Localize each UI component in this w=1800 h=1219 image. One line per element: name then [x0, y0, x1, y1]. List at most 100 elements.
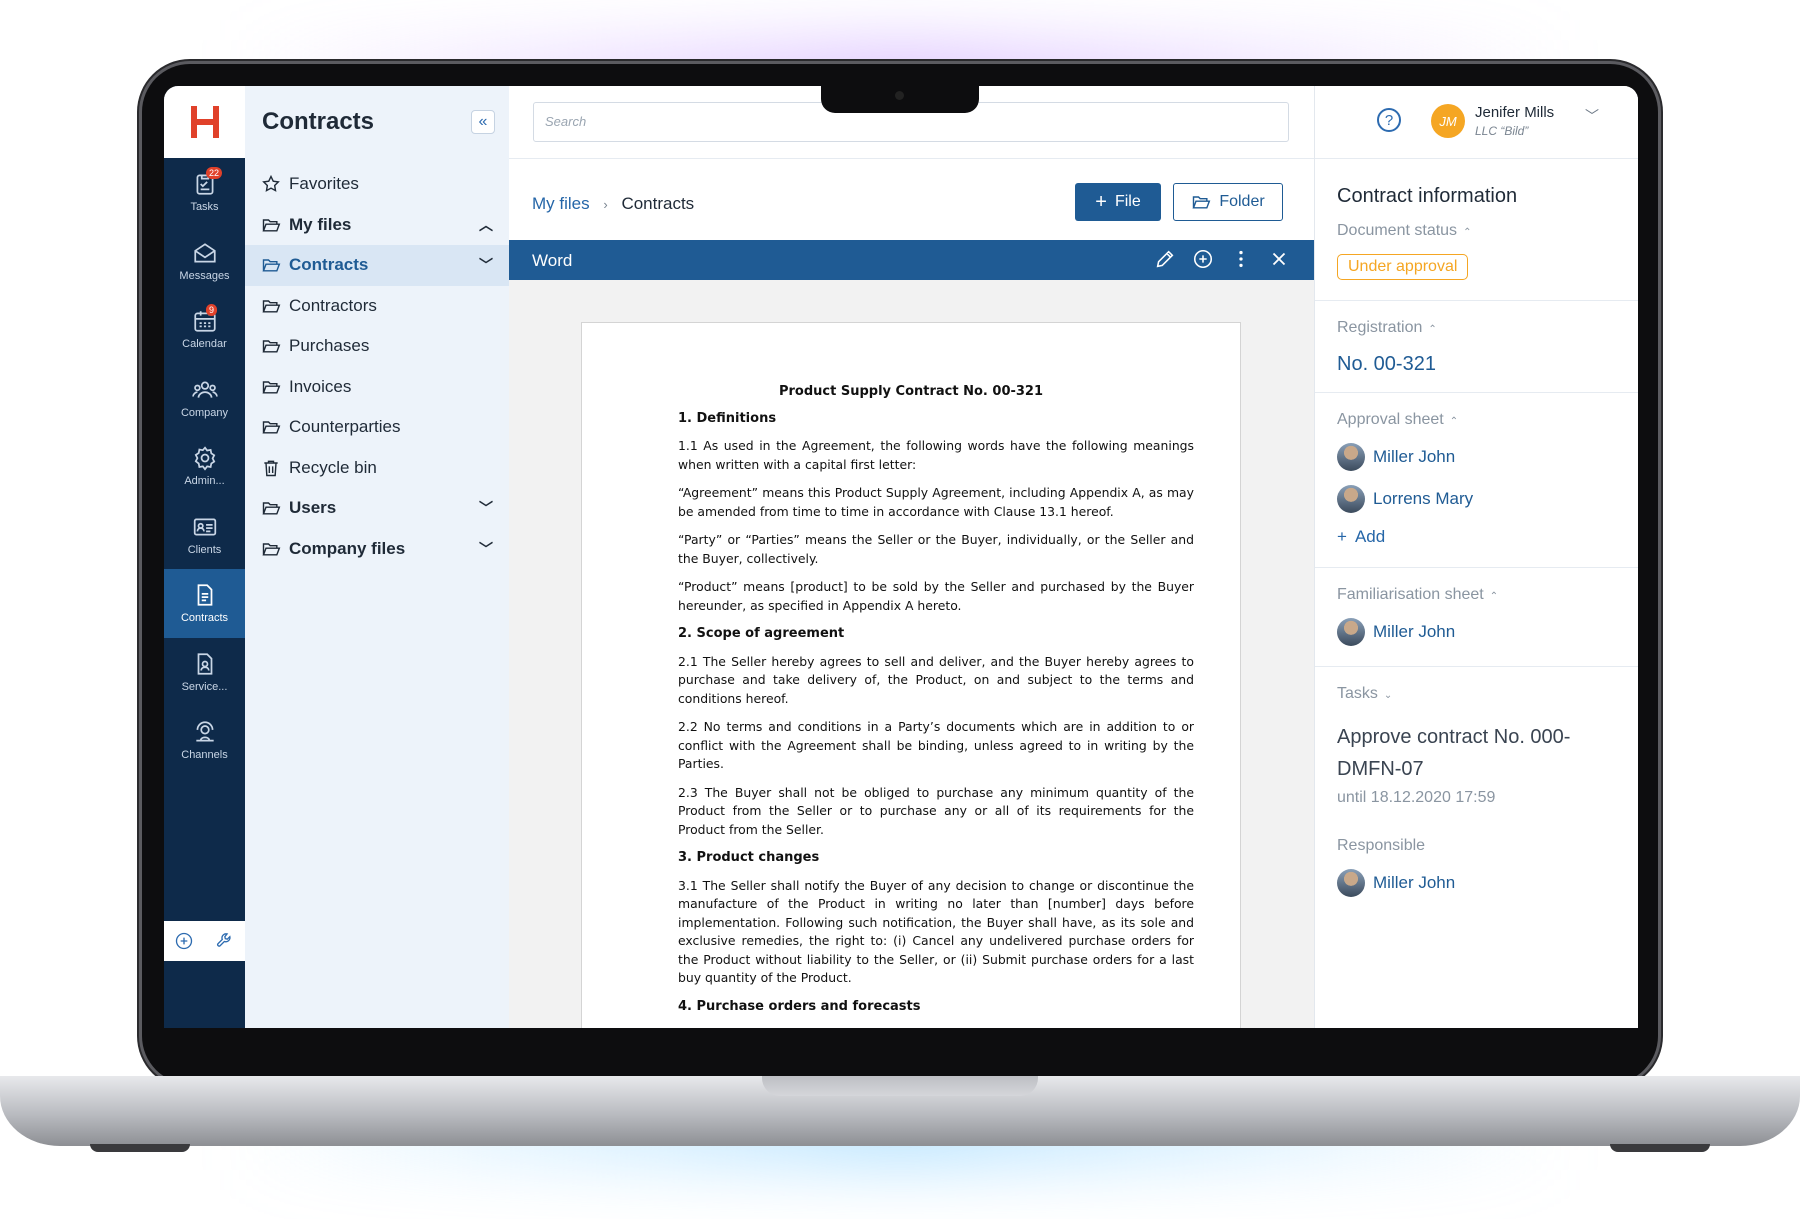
- panel-title: Contract information: [1337, 185, 1518, 207]
- wrench-icon[interactable]: [215, 931, 235, 951]
- tasks-badge: 22: [206, 167, 223, 179]
- task-title[interactable]: Approve contract No. 000-DMFN-07: [1337, 721, 1617, 785]
- service-icon: [197, 653, 212, 675]
- status-label-text: Document status: [1337, 222, 1458, 239]
- paragraph: 3.1 The Seller shall notify the Buyer of…: [678, 877, 1194, 986]
- viewer-tools: [1154, 248, 1290, 270]
- app-rail: 22 Tasks Messages 9 Calendar Company Adm…: [164, 86, 245, 1028]
- sidebar-item-purchases[interactable]: Purchases: [245, 326, 509, 367]
- familiarisation-person[interactable]: Miller John: [1337, 618, 1617, 646]
- sidebar-item-company-files[interactable]: Company files ﹀: [245, 529, 509, 570]
- rail-bottom-tools: [164, 921, 245, 961]
- close-icon[interactable]: [1268, 248, 1290, 270]
- chevron-down-icon[interactable]: ﹀: [479, 255, 493, 275]
- registration-number: No. 00-321: [1337, 353, 1436, 375]
- chevron-down-icon[interactable]: ﹀: [479, 539, 493, 559]
- paragraph: “Agreement” means this Product Supply Ag…: [678, 485, 1194, 519]
- divider: [509, 158, 1314, 159]
- avatar[interactable]: JM: [1431, 104, 1465, 138]
- document-title: Product Supply Contract No. 00-321: [778, 384, 1044, 399]
- sidebar-item-contracts[interactable]: Contracts ﹀: [245, 245, 509, 286]
- status-badge: Under approval: [1337, 254, 1469, 280]
- sidebar-item-my-files[interactable]: My files ︿: [245, 205, 509, 246]
- chevron-down-icon[interactable]: ﹀: [479, 498, 493, 518]
- document-viewer[interactable]: Product Supply Contract No. 00-321 1. De…: [509, 280, 1314, 1028]
- rail-item-contracts[interactable]: Contracts: [164, 569, 245, 638]
- rail-item-channels[interactable]: Channels: [164, 706, 245, 775]
- viewer-toolbar: Word: [509, 240, 1314, 280]
- section-heading: 4. Purchase orders and forecasts: [678, 998, 921, 1014]
- trash-icon: [264, 460, 278, 476]
- breadcrumb-my-files[interactable]: My files: [532, 194, 590, 213]
- user-bar: ? JM Jenifer Mills LLC “Bild” ﹀: [1315, 86, 1638, 159]
- sidebar-item-label: Favorites: [289, 174, 359, 194]
- rail-item-tasks[interactable]: 22 Tasks: [164, 158, 245, 227]
- sidebar-item-counterparties[interactable]: Counterparties: [245, 407, 509, 448]
- approval-label[interactable]: Approval sheet ⌃: [1337, 411, 1617, 429]
- paragraph: 1.1 As used in the Agreement, the follow…: [678, 438, 1194, 472]
- rail-item-company[interactable]: Company: [164, 364, 245, 433]
- chevron-up-icon[interactable]: ︿: [479, 215, 493, 235]
- avatar: [1337, 443, 1365, 471]
- info-panel: ? JM Jenifer Mills LLC “Bild” ﹀ Contract…: [1314, 86, 1638, 1028]
- paragraph: “Product” means [product] to be sold by …: [678, 579, 1194, 613]
- rail-item-messages[interactable]: Messages: [164, 227, 245, 296]
- rail-item-service[interactable]: Service...: [164, 638, 245, 707]
- sidebar-item-users[interactable]: Users ﹀: [245, 488, 509, 529]
- sidebar-nav: Favorites My files ︿ Contracts ﹀ Contrac…: [245, 164, 509, 569]
- add-circle-icon[interactable]: [174, 931, 194, 951]
- caret-up-icon: ⌃: [1463, 227, 1472, 238]
- folder-open-icon: [262, 300, 281, 313]
- user-name[interactable]: Jenifer Mills: [1475, 104, 1554, 121]
- avatar: [1337, 485, 1365, 513]
- sidebar-item-label: Contractors: [289, 295, 377, 315]
- approver[interactable]: Lorrens Mary: [1337, 485, 1617, 513]
- breadcrumb-separator: ›: [603, 197, 608, 212]
- sidebar-item-favorites[interactable]: Favorites: [245, 164, 509, 205]
- star-icon: [262, 175, 280, 193]
- familiarisation-label[interactable]: Familiarisation sheet ⌃: [1337, 586, 1617, 604]
- add-file-button[interactable]: + File: [1075, 183, 1161, 221]
- registration-label[interactable]: Registration ⌃: [1337, 319, 1617, 337]
- folder-open-icon: [262, 502, 281, 515]
- chevron-down-icon[interactable]: ﹀: [1585, 106, 1599, 126]
- responsible-person[interactable]: Miller John: [1337, 869, 1617, 897]
- laptop-foot: [90, 1144, 190, 1152]
- tasks-label-text: Tasks: [1337, 685, 1378, 702]
- rail-label: Clients: [187, 543, 222, 556]
- more-vertical-icon[interactable]: [1230, 248, 1252, 270]
- add-folder-button[interactable]: Folder: [1173, 183, 1283, 221]
- help-icon[interactable]: ?: [1377, 108, 1401, 132]
- rail-label: Company: [180, 406, 229, 419]
- familiarisation-label-text: Familiarisation sheet: [1337, 586, 1484, 603]
- collapse-sidebar-button[interactable]: «: [471, 110, 495, 134]
- add-circle-icon[interactable]: [1192, 248, 1214, 270]
- laptop-lip: [762, 1076, 1038, 1096]
- responsible-label: Responsible: [1337, 837, 1426, 854]
- approval-section: Approval sheet ⌃ Miller John Lorrens Mary…: [1315, 393, 1638, 568]
- sidebar-item-recycle-bin[interactable]: Recycle bin: [245, 448, 509, 489]
- gear-icon: [194, 446, 215, 471]
- rail-label: Tasks: [190, 201, 219, 214]
- status-label[interactable]: Document status ⌃: [1337, 222, 1617, 240]
- rail-item-calendar[interactable]: 9 Calendar: [164, 295, 245, 364]
- document-page[interactable]: Product Supply Contract No. 00-321 1. De…: [581, 322, 1241, 1028]
- contract-status-section: Contract information Document status ⌃ Un…: [1315, 159, 1638, 301]
- rail-label: Channels: [181, 749, 228, 762]
- tasks-label[interactable]: Tasks ⌄: [1337, 685, 1617, 703]
- paragraph: 2.2 No terms and conditions in a Party’s…: [678, 719, 1194, 771]
- sidebar-item-contractors[interactable]: Contractors: [245, 286, 509, 327]
- app-logo[interactable]: [164, 86, 245, 158]
- approver[interactable]: Miller John: [1337, 443, 1617, 471]
- rail-item-admin[interactable]: Admin...: [164, 432, 245, 501]
- add-label: Add: [1354, 527, 1386, 546]
- person-name: Miller John: [1373, 622, 1456, 641]
- sidebar-item-invoices[interactable]: Invoices: [245, 367, 509, 408]
- sidebar-header: Contracts «: [245, 86, 509, 158]
- pencil-icon[interactable]: [1154, 248, 1176, 270]
- add-approver-button[interactable]: + Add: [1337, 527, 1617, 547]
- folder-open-icon: [262, 381, 281, 394]
- tasks-section: Tasks ⌄ Approve contract No. 000-DMFN-07 …: [1315, 667, 1638, 897]
- rail-item-clients[interactable]: Clients: [164, 501, 245, 570]
- messages-icon: [193, 243, 216, 263]
